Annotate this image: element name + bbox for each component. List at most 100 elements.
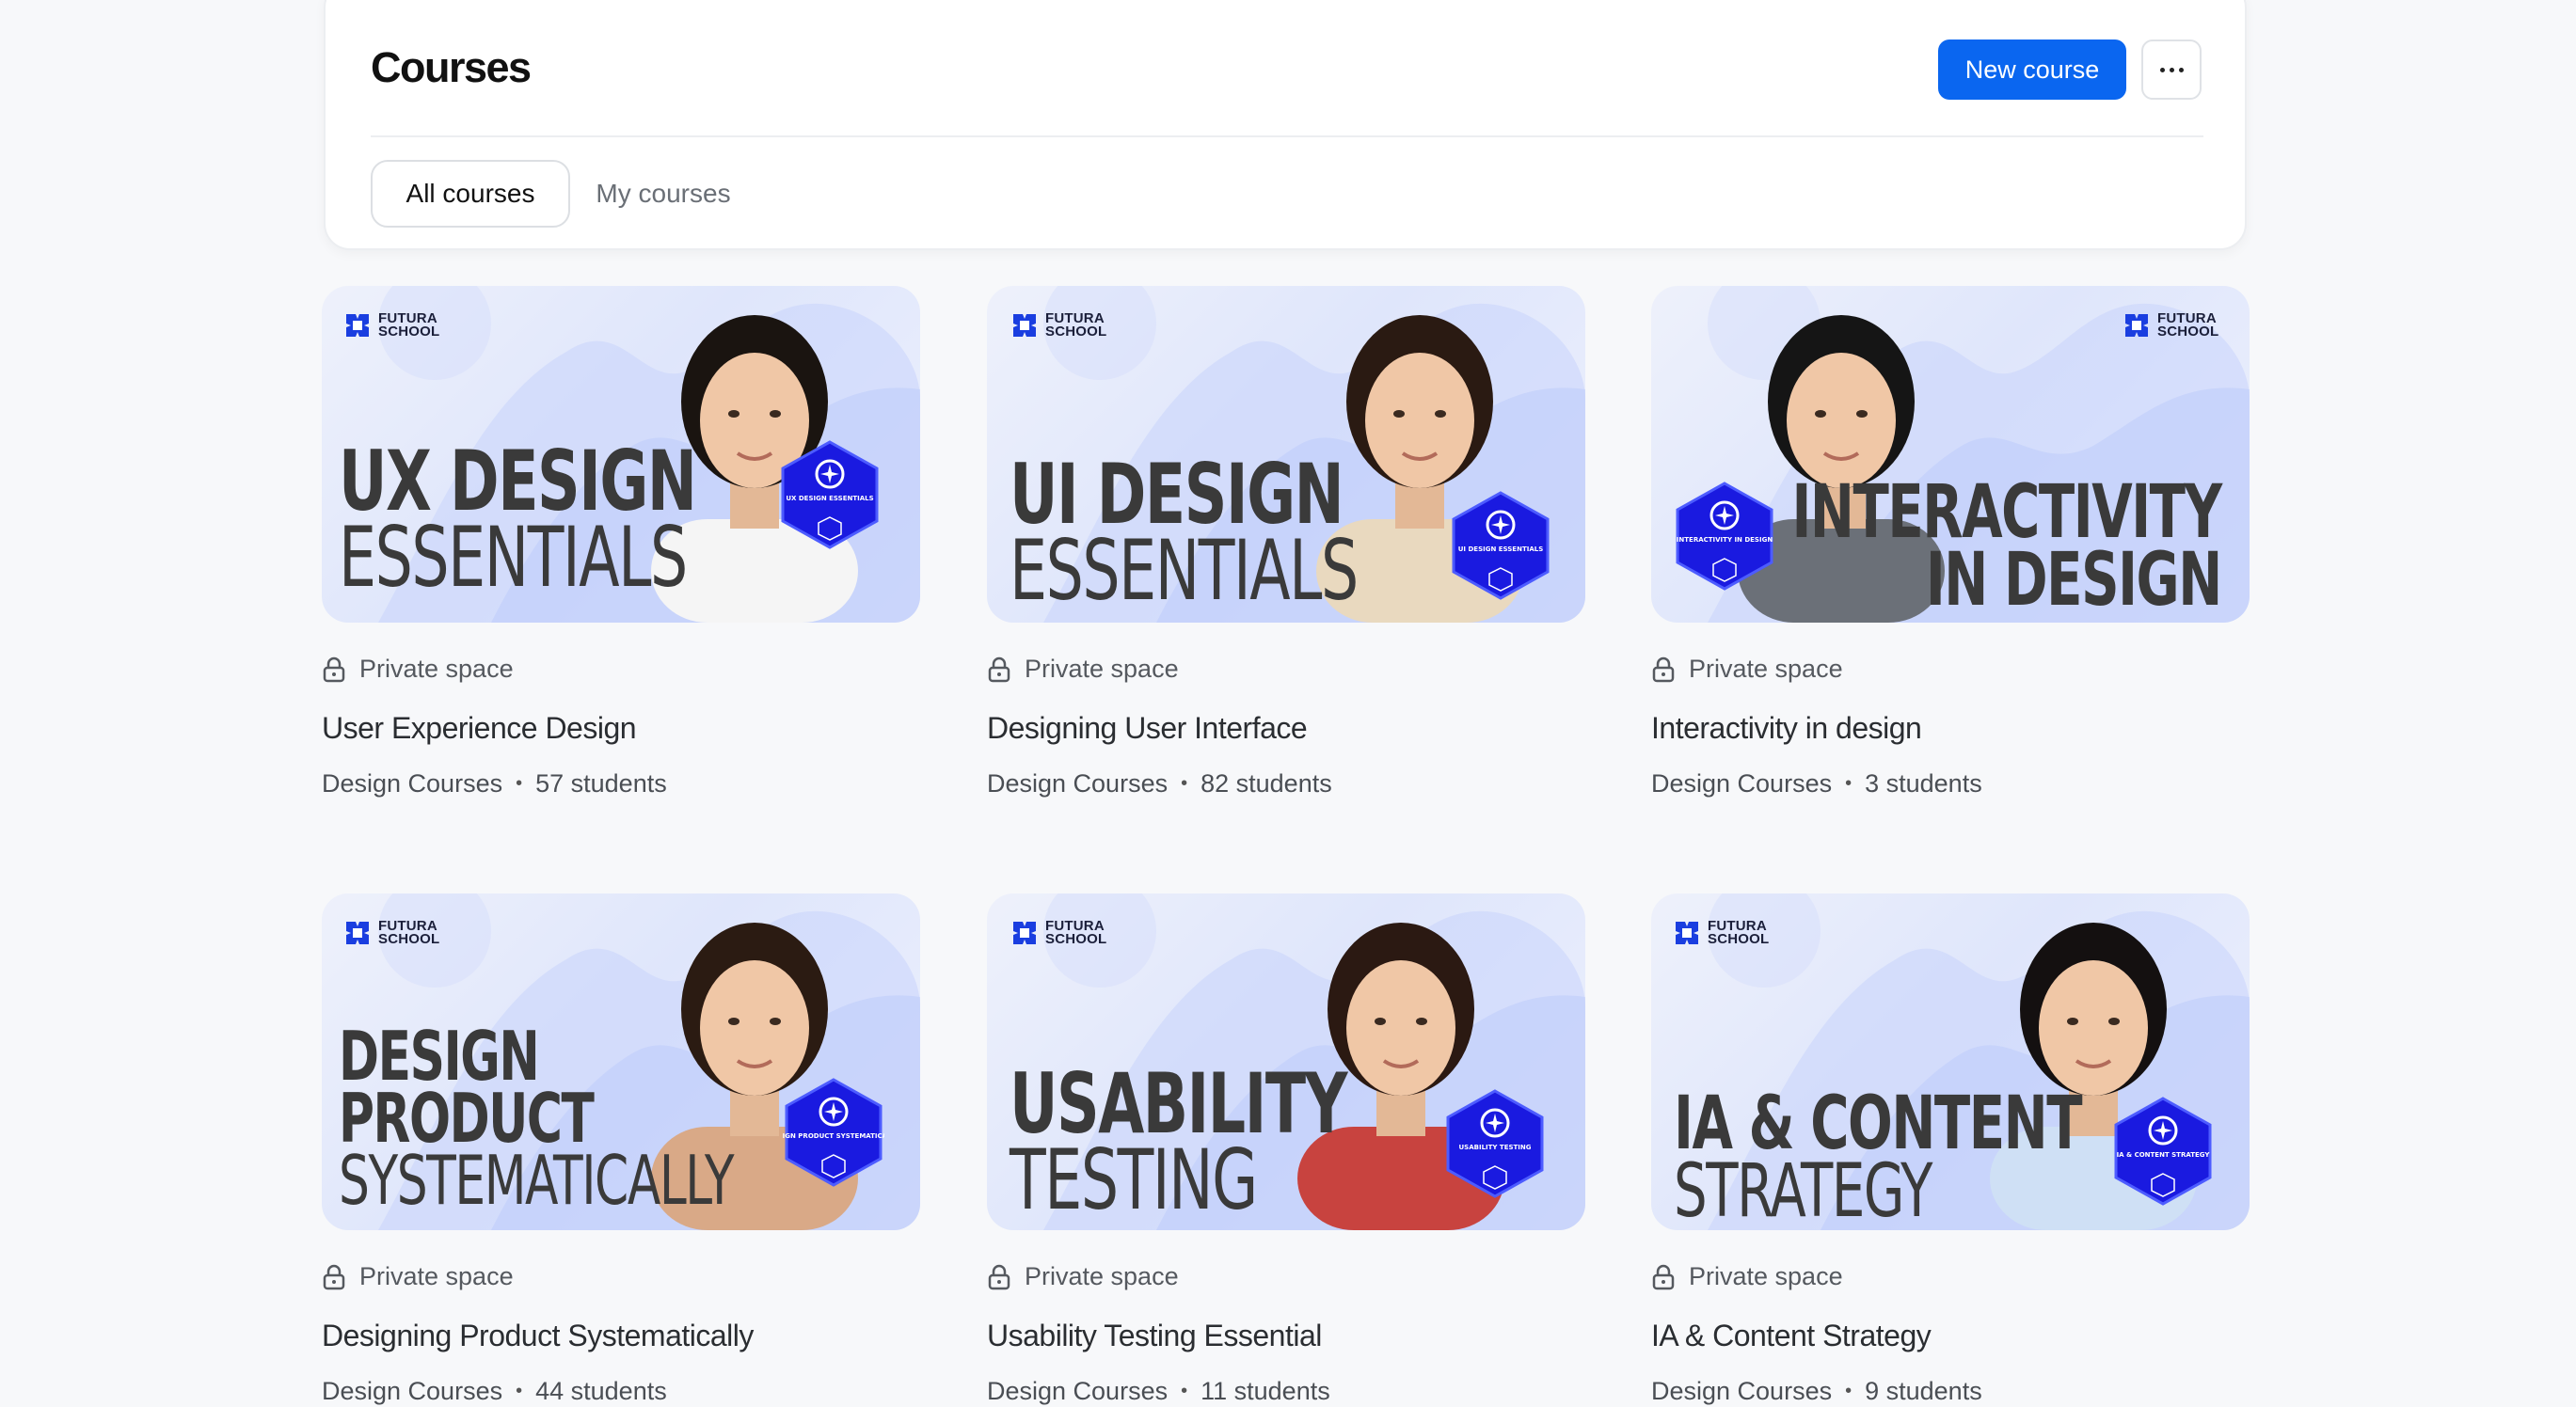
course-title[interactable]: User Experience Design bbox=[322, 711, 637, 746]
course-category: Design Courses bbox=[987, 1377, 1169, 1405]
course-meta: Design Courses • 82 students bbox=[987, 769, 1332, 798]
more-horizontal-icon bbox=[2159, 67, 2165, 72]
privacy-row: Private space bbox=[322, 655, 514, 684]
futura-school-logo: FUTURA SCHOOL bbox=[1010, 310, 1106, 340]
brand-line2: SCHOOL bbox=[1045, 324, 1107, 340]
course-meta: Design Courses • 11 students bbox=[987, 1377, 1330, 1406]
more-options-button[interactable] bbox=[2141, 40, 2202, 100]
course-badge-icon: IA & CONTENT STRATEGY bbox=[2114, 1097, 2212, 1206]
futura-logo-icon bbox=[346, 314, 369, 337]
course-category: Design Courses bbox=[322, 1377, 503, 1405]
privacy-label: Private space bbox=[1689, 1262, 1843, 1290]
lock-icon bbox=[1652, 1264, 1675, 1289]
privacy-row: Private space bbox=[987, 1262, 1179, 1291]
course-card-3[interactable]: FUTURA SCHOOL INTERACTIVITY IN DESIGN IN… bbox=[1651, 286, 2250, 813]
privacy-row: Private space bbox=[987, 655, 1179, 684]
course-card-5[interactable]: FUTURA SCHOOL USABILITY TESTING USABILIT… bbox=[987, 893, 1585, 1407]
header-divider bbox=[371, 135, 2203, 137]
more-horizontal-icon bbox=[2169, 67, 2174, 72]
privacy-label: Private space bbox=[359, 1262, 514, 1290]
course-title[interactable]: IA & Content Strategy bbox=[1651, 1319, 1932, 1353]
separator-dot: • bbox=[1181, 773, 1188, 794]
separator-dot: • bbox=[516, 1381, 523, 1401]
thumbnail-title-line3: SYSTEMATICALLY bbox=[339, 1141, 735, 1221]
course-title[interactable]: Interactivity in design bbox=[1651, 711, 1922, 746]
thumbnail-title-line1: INTERACTIVITY bbox=[1791, 470, 2223, 555]
thumbnail-title: USABILITY TESTING bbox=[1010, 1063, 1348, 1222]
svg-text:IA & CONTENT STRATEGY: IA & CONTENT STRATEGY bbox=[2117, 1151, 2211, 1159]
brand-line2: SCHOOL bbox=[378, 324, 440, 340]
course-badge-icon: UX DESIGN ESSENTIALS bbox=[781, 440, 879, 549]
new-course-button[interactable]: New course bbox=[1938, 40, 2126, 100]
course-category: Design Courses bbox=[322, 769, 503, 798]
course-card-2[interactable]: FUTURA SCHOOL UI DESIGN ESSENTIALS UI DE… bbox=[987, 286, 1585, 813]
privacy-row: Private space bbox=[1651, 655, 1843, 684]
course-badge-icon: DESIGN PRODUCT SYSTEMATICALLY bbox=[783, 1078, 884, 1187]
separator-dot: • bbox=[1181, 1381, 1188, 1401]
courses-header-card: Courses New course All courses My course… bbox=[324, 0, 2247, 250]
course-meta: Design Courses • 44 students bbox=[322, 1377, 667, 1406]
thumbnail-title: DESIGN PRODUCT SYSTEMATICALLY bbox=[339, 1022, 735, 1221]
futura-logo-icon bbox=[1013, 314, 1036, 337]
student-count: 9 students bbox=[1865, 1377, 1982, 1405]
student-count: 82 students bbox=[1201, 769, 1332, 798]
tab-all-courses[interactable]: All courses bbox=[371, 160, 570, 228]
course-thumbnail[interactable]: FUTURA SCHOOL DESIGN PRODUCT SYSTEMATICA… bbox=[322, 893, 920, 1230]
thumbnail-title: UI DESIGN ESSENTIALS bbox=[1010, 453, 1359, 619]
course-card-4[interactable]: FUTURA SCHOOL DESIGN PRODUCT SYSTEMATICA… bbox=[322, 893, 920, 1407]
lock-icon bbox=[1652, 656, 1675, 682]
futura-school-logo: FUTURA SCHOOL bbox=[342, 310, 439, 340]
page-title: Courses bbox=[371, 43, 532, 91]
course-thumbnail[interactable]: FUTURA SCHOOL INTERACTIVITY IN DESIGN IN… bbox=[1651, 286, 2250, 623]
futura-school-logo: FUTURA SCHOOL bbox=[1010, 918, 1106, 948]
student-count: 57 students bbox=[535, 769, 667, 798]
brand-line2: SCHOOL bbox=[1708, 931, 1770, 947]
course-category: Design Courses bbox=[1651, 1377, 1833, 1405]
privacy-row: Private space bbox=[322, 1262, 514, 1291]
course-title[interactable]: Designing User Interface bbox=[987, 711, 1308, 746]
futura-logo-icon bbox=[1013, 922, 1036, 944]
course-title[interactable]: Usability Testing Essential bbox=[987, 1319, 1322, 1353]
course-meta: Design Courses • 9 students bbox=[1651, 1377, 1982, 1406]
thumbnail-title: UX DESIGN ESSENTIALS bbox=[339, 440, 697, 606]
privacy-label: Private space bbox=[1689, 655, 1843, 683]
thumbnail-title-line1: IA & CONTENT bbox=[1674, 1082, 2083, 1166]
futura-logo-icon bbox=[1676, 922, 1698, 944]
futura-school-logo: FUTURA SCHOOL bbox=[2122, 310, 2218, 340]
futura-school-logo: FUTURA SCHOOL bbox=[342, 918, 439, 948]
lock-icon bbox=[323, 656, 345, 682]
course-thumbnail[interactable]: FUTURA SCHOOL UX DESIGN ESSENTIALS UX DE… bbox=[322, 286, 920, 623]
svg-text:INTERACTIVITY IN DESIGN: INTERACTIVITY IN DESIGN bbox=[1677, 536, 1773, 544]
course-thumbnail[interactable]: FUTURA SCHOOL USABILITY TESTING USABILIT… bbox=[987, 893, 1585, 1230]
course-badge-icon: USABILITY TESTING bbox=[1446, 1089, 1544, 1198]
course-badge-icon: INTERACTIVITY IN DESIGN bbox=[1676, 482, 1773, 591]
brand-line2: SCHOOL bbox=[1045, 931, 1107, 947]
course-card-1[interactable]: FUTURA SCHOOL UX DESIGN ESSENTIALS UX DE… bbox=[322, 286, 920, 813]
course-thumbnail[interactable]: FUTURA SCHOOL UI DESIGN ESSENTIALS UI DE… bbox=[987, 286, 1585, 623]
tab-my-courses[interactable]: My courses bbox=[583, 160, 743, 228]
course-category: Design Courses bbox=[987, 769, 1169, 798]
brand-line2: SCHOOL bbox=[378, 931, 440, 947]
svg-text:UI DESIGN ESSENTIALS: UI DESIGN ESSENTIALS bbox=[1458, 545, 1544, 553]
course-category: Design Courses bbox=[1651, 769, 1833, 798]
course-thumbnail[interactable]: FUTURA SCHOOL IA & CONTENT STRATEGY IA &… bbox=[1651, 893, 2250, 1230]
futura-logo-icon bbox=[2125, 314, 2148, 337]
thumbnail-title-line2: ESSENTIALS bbox=[1010, 521, 1359, 619]
svg-text:UX DESIGN ESSENTIALS: UX DESIGN ESSENTIALS bbox=[786, 495, 873, 502]
course-meta: Design Courses • 57 students bbox=[322, 769, 667, 798]
thumbnail-title-line2: IN DESIGN bbox=[1926, 537, 2222, 623]
course-title[interactable]: Designing Product Systematically bbox=[322, 1319, 754, 1353]
student-count: 11 students bbox=[1201, 1377, 1330, 1405]
thumbnail-title: IA & CONTENT STRATEGY bbox=[1674, 1082, 2083, 1227]
course-badge-icon: UI DESIGN ESSENTIALS bbox=[1452, 491, 1550, 600]
thumbnail-title-line2: ESSENTIALS bbox=[339, 508, 688, 606]
separator-dot: • bbox=[1845, 1381, 1852, 1401]
separator-dot: • bbox=[516, 773, 523, 794]
privacy-row: Private space bbox=[1651, 1262, 1843, 1291]
lock-icon bbox=[323, 1264, 345, 1289]
privacy-label: Private space bbox=[1025, 655, 1179, 683]
course-card-6[interactable]: FUTURA SCHOOL IA & CONTENT STRATEGY IA &… bbox=[1651, 893, 2250, 1407]
student-count: 3 students bbox=[1865, 769, 1982, 798]
svg-text:DESIGN PRODUCT SYSTEMATICALLY: DESIGN PRODUCT SYSTEMATICALLY bbox=[783, 1132, 884, 1140]
futura-logo-icon bbox=[346, 922, 369, 944]
